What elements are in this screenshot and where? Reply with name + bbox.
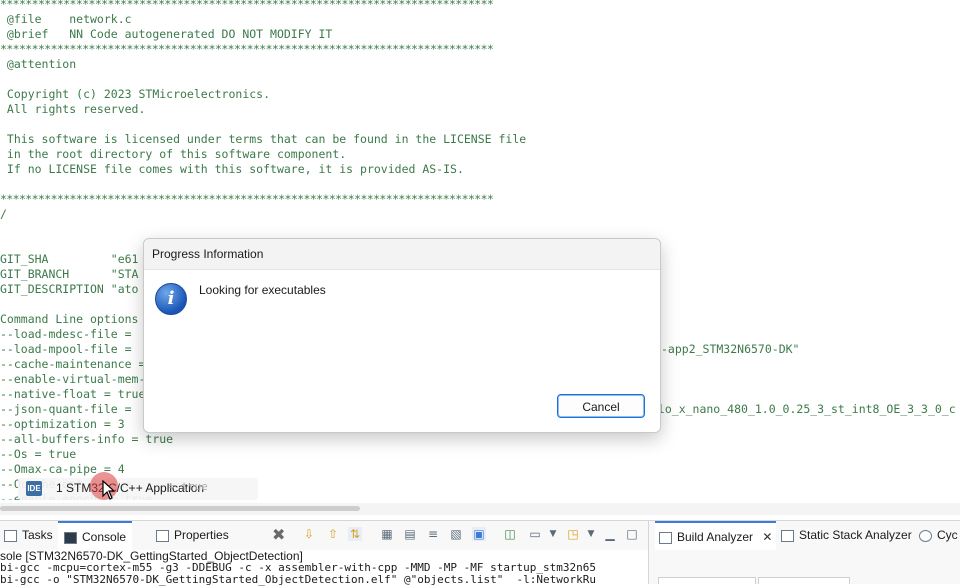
code-line: If no LICENSE file comes with this softw… bbox=[0, 162, 464, 176]
code-line: in the root directory of this software c… bbox=[0, 147, 347, 161]
code-line: ****************************************… bbox=[0, 42, 494, 56]
scroll-lock-icon[interactable]: ⇅ bbox=[348, 527, 362, 541]
taskbar-preview-popup[interactable]: IDE 1 STM32 C/C++ Application = true bbox=[18, 478, 258, 500]
pin-console-icon[interactable]: ▤ bbox=[403, 527, 417, 541]
tab-static-stack-analyzer[interactable]: Static Stack Analyzer bbox=[781, 521, 912, 550]
right-bottom-panel: Build Analyzer ✕ Static Stack Analyzer C… bbox=[648, 520, 960, 584]
code-line-fragment: -app2_STM32N6570-DK" bbox=[661, 342, 800, 356]
tab-properties-label: Properties bbox=[174, 528, 229, 542]
tab-properties[interactable]: Properties bbox=[156, 521, 229, 550]
clear-console-icon[interactable]: ▦ bbox=[380, 527, 394, 541]
console-select-icon[interactable]: ▭ bbox=[528, 527, 542, 541]
build-analyzer-icon bbox=[659, 531, 672, 544]
tab-tasks[interactable]: Tasks bbox=[4, 521, 53, 550]
tab-build-analyzer-label: Build Analyzer bbox=[677, 530, 754, 544]
code-line: --cache-maintenance = bbox=[0, 357, 146, 371]
minimize-view-icon[interactable]: ▁ bbox=[603, 527, 617, 541]
code-line: --load-mdesc-file = bbox=[0, 327, 139, 341]
tasks-icon bbox=[4, 529, 17, 542]
code-line: --optimization = 3 bbox=[0, 417, 125, 431]
chevron-down-icon[interactable]: ▼ bbox=[546, 527, 560, 541]
tab-tasks-label: Tasks bbox=[22, 528, 53, 542]
tab-cyclomatic[interactable]: Cyc bbox=[919, 521, 958, 550]
tab-cyc-label: Cyc bbox=[937, 528, 958, 542]
new-console-dropdown-icon[interactable]: ▼ bbox=[584, 527, 598, 541]
close-tab-icon[interactable]: ✕ bbox=[762, 530, 772, 544]
stack-analyzer-icon bbox=[781, 529, 794, 542]
open-console-icon[interactable]: ◫ bbox=[503, 527, 517, 541]
mouse-cursor-icon bbox=[102, 480, 116, 500]
word-wrap-icon[interactable]: ≡ bbox=[426, 527, 440, 541]
new-console-icon[interactable]: ◳ bbox=[566, 527, 580, 541]
code-line: --enable-virtual-mem- bbox=[0, 372, 146, 386]
code-line-fragment: olo_x_nano_480_1.0_0.25_3_st_int8_OE_3_3… bbox=[651, 402, 956, 416]
code-line: --json-quant-file = bbox=[0, 402, 139, 416]
maximize-view-icon[interactable]: □ bbox=[625, 527, 639, 541]
code-line: GIT_SHA "e61 bbox=[0, 252, 139, 266]
tab-console[interactable]: Console bbox=[58, 521, 133, 550]
code-line: This software is licensed under terms th… bbox=[0, 132, 527, 146]
dialog-title: Progress Information bbox=[152, 247, 264, 261]
close-console-view-icon[interactable]: ✖ bbox=[272, 521, 285, 550]
console-output-line: bi-gcc -o "STM32N6570-DK_GettingStarted_… bbox=[0, 573, 597, 586]
display-console-icon[interactable]: ▣ bbox=[472, 527, 486, 541]
code-line: --load-mpool-file = bbox=[0, 342, 139, 356]
popup-ghost-text: = true bbox=[168, 480, 208, 493]
scroll-up-icon[interactable]: ⇧ bbox=[326, 527, 340, 541]
code-line: Command Line options bbox=[0, 312, 139, 326]
progress-information-dialog: Progress Information i Looking for execu… bbox=[143, 238, 661, 433]
dialog-title-bar[interactable]: Progress Information bbox=[144, 239, 660, 270]
show-on-output-icon[interactable]: ▧ bbox=[449, 527, 463, 541]
scrollbar-thumb[interactable] bbox=[0, 506, 360, 511]
code-line: --Os = true bbox=[0, 447, 77, 461]
code-line: / bbox=[0, 207, 7, 221]
ide-app-icon: IDE bbox=[26, 481, 42, 496]
code-line: --native-float = true bbox=[0, 387, 146, 401]
cyclomatic-icon bbox=[919, 529, 932, 542]
code-line: GIT_BRANCH "STA bbox=[0, 267, 139, 281]
console-icon bbox=[64, 531, 77, 544]
code-line: GIT_DESCRIPTION "ato bbox=[0, 282, 139, 296]
info-icon: i bbox=[155, 283, 187, 315]
tab-static-stack-label: Static Stack Analyzer bbox=[799, 528, 912, 542]
tab-console-label: Console bbox=[82, 530, 127, 544]
code-line: --all-buffers-info = true bbox=[0, 432, 174, 446]
code-line: @brief NN Code autogenerated DO NOT MODI… bbox=[0, 27, 333, 41]
code-line: ****************************************… bbox=[0, 0, 494, 11]
dialog-message: Looking for executables bbox=[199, 283, 326, 297]
code-line: @file network.c bbox=[0, 12, 132, 26]
tab-build-analyzer[interactable]: Build Analyzer ✕ bbox=[655, 521, 777, 550]
code-line: ****************************************… bbox=[0, 192, 494, 206]
code-line: @attention bbox=[0, 57, 77, 71]
code-line: Copyright (c) 2023 STMicroelectronics. bbox=[0, 87, 271, 101]
code-line: All rights reserved. bbox=[0, 102, 146, 116]
properties-icon bbox=[156, 529, 169, 542]
cancel-button[interactable]: Cancel bbox=[557, 394, 645, 418]
scroll-down-icon[interactable]: ⇩ bbox=[302, 527, 316, 541]
